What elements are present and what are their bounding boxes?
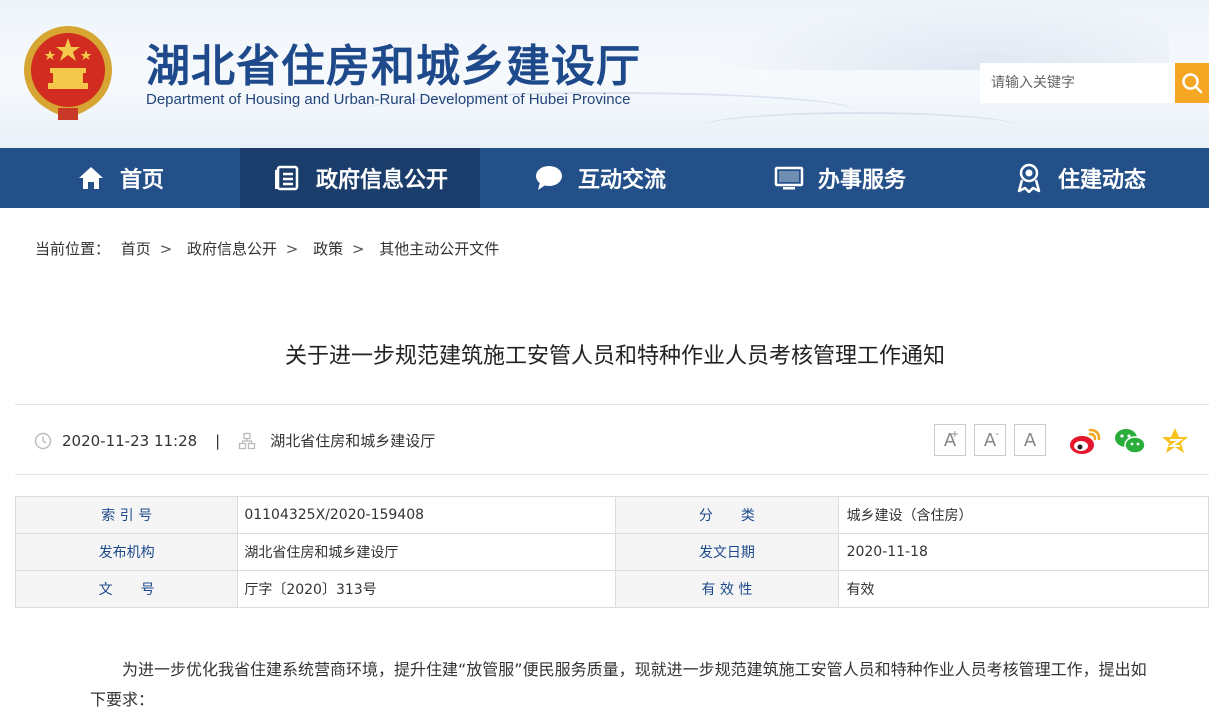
- clock-icon: [34, 432, 52, 449]
- breadcrumb-link-home[interactable]: 首页: [121, 240, 151, 258]
- info-value-date: 2020-11-18: [837, 533, 1209, 571]
- font-button-mark: +: [950, 429, 959, 440]
- wechat-share-button[interactable]: [1113, 424, 1147, 458]
- breadcrumb-link-other-docs[interactable]: 其他主动公开文件: [379, 240, 499, 258]
- info-label-validity: 有 效 性: [615, 570, 839, 608]
- document-info-table: 索 引 号 01104325X/2020-159408 分 类 城乡建设（含住房…: [14, 496, 1209, 608]
- home-icon: [76, 163, 106, 193]
- monitor-icon: [774, 163, 804, 193]
- info-value-category: 城乡建设（含住房）: [837, 496, 1209, 534]
- search-icon: [1182, 73, 1203, 94]
- info-value-publisher: 湖北省住房和城乡建设厅: [237, 533, 617, 571]
- wechat-icon: [1115, 429, 1146, 454]
- nav-item-interaction[interactable]: 互动交流: [480, 148, 720, 208]
- nav-item-label: 互动交流: [577, 168, 666, 193]
- search-button[interactable]: [1175, 63, 1209, 103]
- font-decrease-button[interactable]: A-: [974, 424, 1006, 456]
- article-body-paragraph: 为进一步优化我省住建系统营商环境，提升住建“放管服”便民服务质量，现就进一步规范…: [90, 660, 1147, 709]
- header-decor-wave: [700, 112, 1020, 142]
- breadcrumb-separator: >: [351, 240, 365, 258]
- info-label-date: 发文日期: [615, 533, 839, 571]
- breadcrumb-link-policy[interactable]: 政策: [313, 240, 343, 258]
- breadcrumb-link-gov-info[interactable]: 政府信息公开: [187, 240, 277, 258]
- font-increase-button[interactable]: A +: [934, 424, 966, 456]
- article-meta: 2020-11-23 11:28 | 湖北省住房和城乡建设厅: [34, 430, 435, 451]
- table-row: 文 号 厅字〔2020〕313号 有 效 性 有效: [14, 570, 1209, 608]
- nav-item-label: 办事服务: [817, 168, 906, 193]
- nav-item-services[interactable]: 办事服务: [720, 148, 960, 208]
- national-emblem-logo[interactable]: [20, 22, 116, 122]
- divider: [15, 474, 1209, 475]
- nav-item-label: 首页: [119, 168, 164, 193]
- header-background-mountains: [709, 0, 1169, 70]
- site-title: 湖北省住房和城乡建设厅: [146, 41, 641, 92]
- search-input[interactable]: [980, 63, 1175, 103]
- breadcrumb: 当前位置： 首页 > 政府信息公开 > 政策 > 其他主动公开文件: [35, 238, 499, 259]
- nav-item-news[interactable]: 住建动态: [960, 148, 1200, 208]
- qzone-share-button[interactable]: [1158, 424, 1192, 458]
- font-size-controls: A + A- A: [934, 424, 1054, 456]
- badge-person-icon: [1014, 163, 1044, 193]
- document-list-icon: [272, 163, 302, 193]
- breadcrumb-prefix: 当前位置：: [35, 240, 111, 258]
- nav-item-label: 政府信息公开: [315, 168, 448, 193]
- publish-datetime: 2020-11-23 11:28: [62, 431, 198, 450]
- table-row: 发布机构 湖北省住房和城乡建设厅 发文日期 2020-11-18: [14, 533, 1209, 571]
- weibo-share-button[interactable]: [1068, 424, 1102, 458]
- info-label-index: 索 引 号: [14, 496, 239, 534]
- site-header: 湖北省住房和城乡建设厅 Department of Housing and Ur…: [0, 0, 1209, 148]
- organization-icon: [239, 432, 256, 449]
- weibo-icon: [1070, 428, 1101, 454]
- meta-separator: |: [215, 431, 221, 450]
- font-button-mark: -: [995, 429, 999, 440]
- search-box: [980, 63, 1209, 103]
- info-value-index: 01104325X/2020-159408: [237, 496, 617, 534]
- font-reset-button[interactable]: A: [1014, 424, 1046, 456]
- info-value-docno: 厅字〔2020〕313号: [237, 570, 617, 608]
- site-subtitle: Department of Housing and Urban-Rural De…: [146, 91, 631, 108]
- breadcrumb-separator: >: [159, 240, 173, 258]
- info-label-publisher: 发布机构: [14, 533, 239, 571]
- divider: [15, 404, 1209, 405]
- breadcrumb-separator: >: [285, 240, 299, 258]
- nav-item-home[interactable]: 首页: [0, 148, 240, 208]
- font-button-label: A: [983, 429, 997, 451]
- font-button-label: A: [1023, 429, 1037, 451]
- table-row: 索 引 号 01104325X/2020-159408 分 类 城乡建设（含住房…: [14, 496, 1209, 534]
- nav-item-gov-info[interactable]: 政府信息公开: [240, 148, 480, 208]
- nav-item-label: 住建动态: [1057, 168, 1146, 193]
- info-value-validity: 有效: [837, 570, 1209, 608]
- chat-bubble-icon: [534, 163, 564, 193]
- info-label-docno: 文 号: [14, 570, 239, 608]
- qzone-icon: [1162, 428, 1188, 453]
- publish-source: 湖北省住房和城乡建设厅: [270, 432, 436, 450]
- article-title: 关于进一步规范建筑施工安管人员和特种作业人员考核管理工作通知: [284, 344, 945, 369]
- main-nav: 首页 政府信息公开 互动交流 办事服务 住建动态: [0, 148, 1209, 208]
- info-label-category: 分 类: [615, 496, 839, 534]
- share-buttons: [1068, 424, 1203, 458]
